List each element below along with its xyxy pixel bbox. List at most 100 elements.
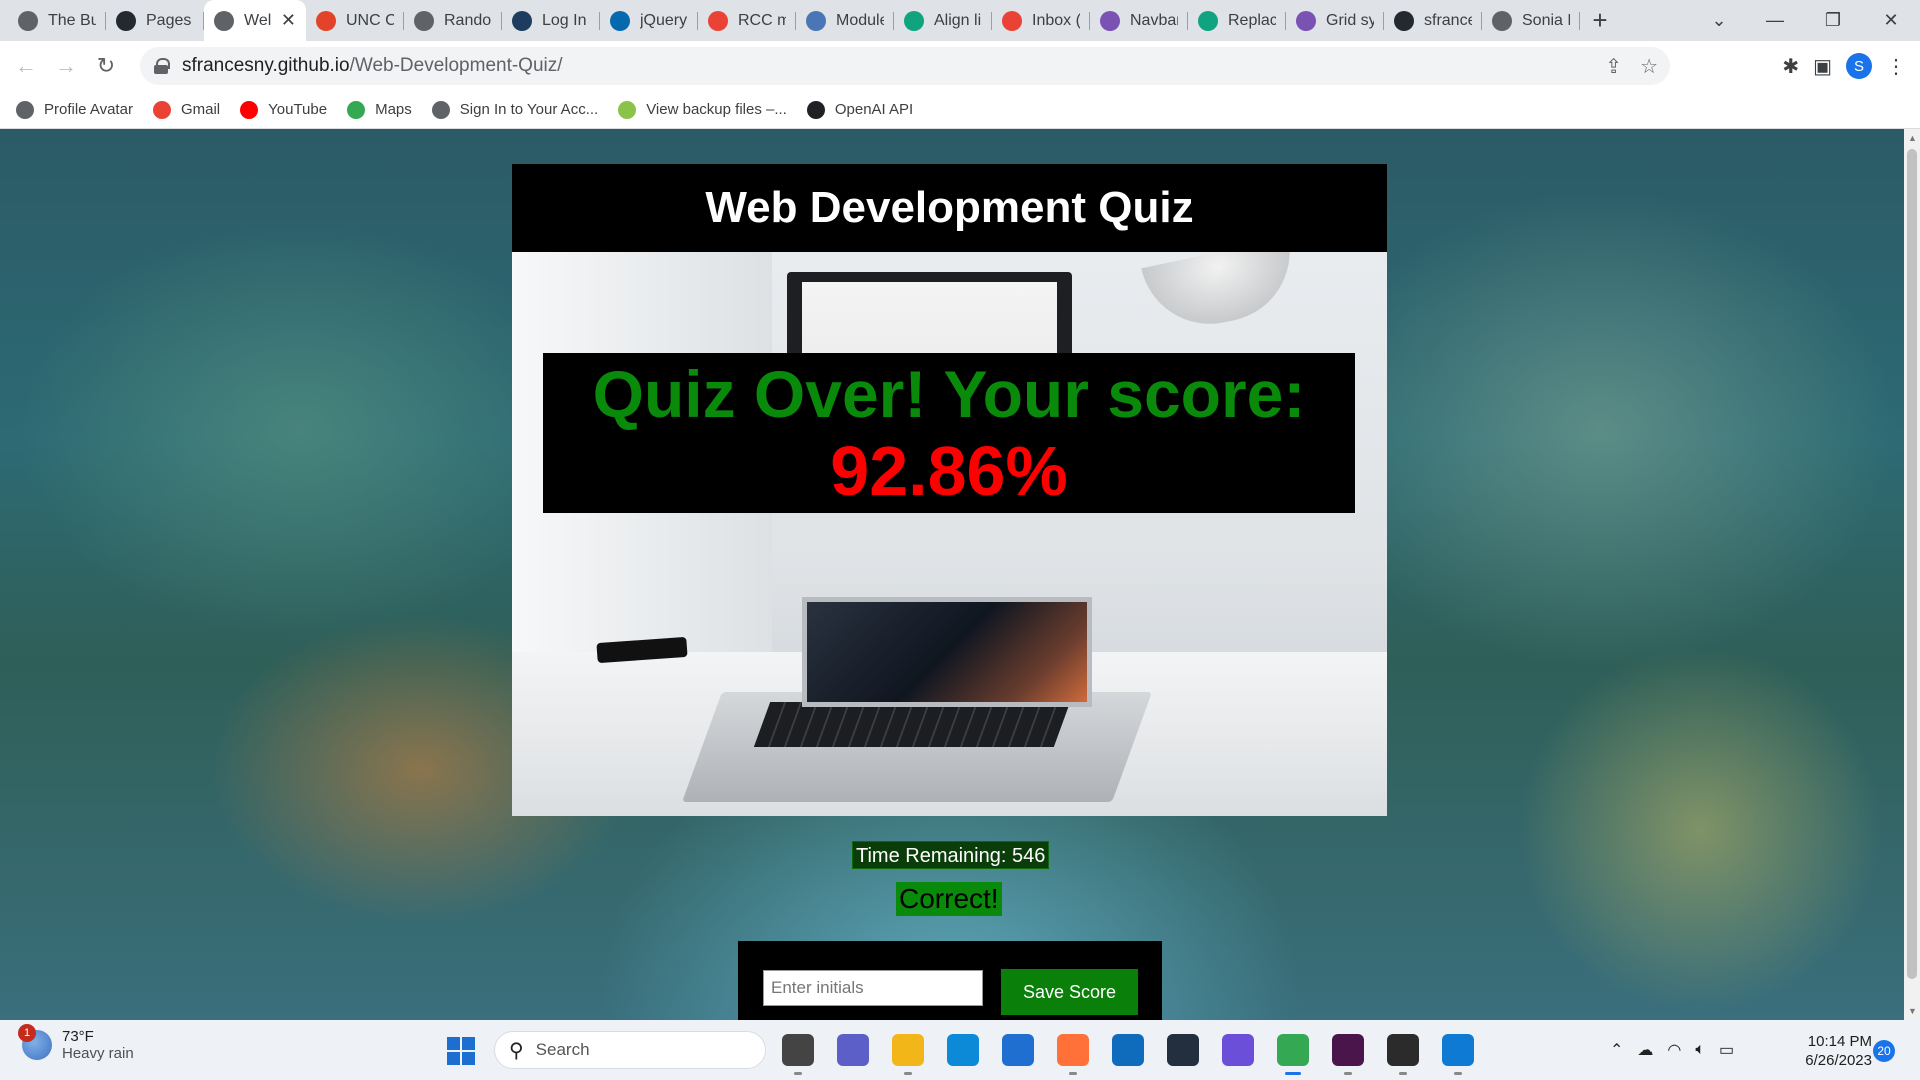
microsoft-store-icon[interactable] bbox=[1002, 1034, 1034, 1066]
tab-2[interactable]: Pages bbox=[106, 0, 204, 41]
tab-15[interactable]: sfrance bbox=[1384, 0, 1482, 41]
tab-11[interactable]: Inbox ( bbox=[992, 0, 1090, 41]
vscode-icon[interactable] bbox=[1442, 1034, 1474, 1075]
terminal-icon[interactable] bbox=[1387, 1034, 1419, 1075]
volume-icon[interactable]: 🔈︎ bbox=[1695, 1041, 1705, 1059]
tab-14[interactable]: Grid sy bbox=[1286, 0, 1384, 41]
bookmark-item[interactable]: YouTube bbox=[240, 100, 327, 119]
tab-12[interactable]: Navbar bbox=[1090, 0, 1188, 41]
scroll-up-arrow-icon[interactable]: ▲ bbox=[1908, 133, 1917, 143]
reload-icon[interactable]: ↻ bbox=[86, 46, 126, 86]
globe-icon bbox=[214, 10, 234, 31]
tab-16[interactable]: Sonia F bbox=[1482, 0, 1580, 41]
bookmark-label: Sign In to Your Acc... bbox=[459, 101, 599, 118]
tab-title: Pages bbox=[146, 11, 192, 29]
photo-laptop-screen bbox=[802, 597, 1092, 707]
side-panel-icon[interactable]: ▣ bbox=[1813, 54, 1832, 79]
tab-title: UNC Cl bbox=[346, 11, 394, 29]
profile-avatar[interactable]: S bbox=[1846, 53, 1872, 79]
onedrive-icon[interactable]: ☁ bbox=[1637, 1040, 1653, 1060]
scroll-down-arrow-icon[interactable]: ▼ bbox=[1908, 1006, 1917, 1016]
backup-icon bbox=[618, 100, 637, 119]
tab-8[interactable]: RCC my bbox=[698, 0, 796, 41]
close-tab-icon[interactable]: ✕ bbox=[281, 10, 296, 31]
close-window-button[interactable]: ✕ bbox=[1862, 0, 1920, 41]
tray-chevron-icon[interactable]: ⌃ bbox=[1610, 1040, 1623, 1060]
taskbar-search-label: Search bbox=[535, 1040, 590, 1059]
youtube-icon bbox=[240, 100, 259, 119]
tab-3[interactable]: Wel ✕ bbox=[204, 0, 306, 41]
chatgpt-icon bbox=[1198, 10, 1218, 31]
scrollbar-thumb[interactable] bbox=[1907, 149, 1917, 979]
bookmark-label: Profile Avatar bbox=[44, 101, 133, 118]
search-icon: ⚲ bbox=[509, 1039, 524, 1062]
initials-input[interactable] bbox=[763, 970, 983, 1006]
weather-widget[interactable]: 1 73°F Heavy rain bbox=[18, 1024, 134, 1062]
chatgpt-icon bbox=[904, 10, 924, 31]
bookmark-item[interactable]: Maps bbox=[347, 100, 412, 119]
tab-13[interactable]: Replace bbox=[1188, 0, 1286, 41]
browser-toolbar: ← → ↻ sfrancesny.github.io/Web-Developme… bbox=[0, 41, 1920, 91]
restore-button[interactable]: ❐ bbox=[1804, 0, 1862, 41]
tab-9[interactable]: Module bbox=[796, 0, 894, 41]
edge-icon[interactable] bbox=[947, 1034, 979, 1066]
tab-5[interactable]: Randol bbox=[404, 0, 502, 41]
tab-10[interactable]: Align li bbox=[894, 0, 992, 41]
quiz-title: Web Development Quiz bbox=[705, 183, 1194, 232]
task-view-icon[interactable] bbox=[782, 1034, 814, 1075]
bookmark-item[interactable]: OpenAI API bbox=[806, 100, 913, 119]
battery-icon[interactable]: ▭ bbox=[1719, 1040, 1734, 1060]
gmail-icon bbox=[1002, 10, 1022, 31]
bookmark-item[interactable]: Sign In to Your Acc... bbox=[431, 100, 599, 119]
back-arrow-icon[interactable]: ← bbox=[6, 46, 46, 86]
firefox-icon[interactable] bbox=[1057, 1034, 1089, 1075]
url-path: /Web-Development-Quiz/ bbox=[349, 55, 563, 76]
address-bar[interactable]: sfrancesny.github.io/Web-Development-Qui… bbox=[140, 47, 1670, 85]
tab-6[interactable]: Log In bbox=[502, 0, 600, 41]
taskbar-search[interactable]: ⚲ Search bbox=[494, 1031, 766, 1069]
quiz-over-text: Quiz Over! Your score: bbox=[592, 357, 1306, 431]
photo-lamp bbox=[1141, 252, 1303, 337]
new-tab-button[interactable]: + bbox=[1580, 0, 1620, 41]
time-remaining: Time Remaining: 546 bbox=[852, 841, 1050, 869]
file-explorer-icon[interactable] bbox=[892, 1034, 924, 1075]
menu-kebab-icon[interactable]: ⋮ bbox=[1886, 54, 1906, 79]
gitlab-icon bbox=[316, 10, 336, 31]
tab-title: Align li bbox=[934, 11, 982, 29]
extensions-icon[interactable]: ✱ bbox=[1782, 54, 1799, 79]
tab-4[interactable]: UNC Cl bbox=[306, 0, 404, 41]
weather-badge: 1 bbox=[18, 1024, 36, 1042]
wifi-icon[interactable]: ◠ bbox=[1667, 1040, 1681, 1060]
bookmark-star-icon[interactable]: ☆ bbox=[1640, 54, 1658, 79]
tab-1[interactable]: The Bu bbox=[8, 0, 106, 41]
weather-description: Heavy rain bbox=[62, 1045, 134, 1062]
page-scrollbar[interactable]: ▲ ▼ bbox=[1904, 129, 1920, 1020]
slack-icon[interactable] bbox=[1332, 1034, 1364, 1075]
chrome-icon[interactable] bbox=[1277, 1034, 1309, 1075]
tab-title: Log In bbox=[542, 11, 587, 29]
clock-time: 10:14 PM bbox=[1807, 1033, 1872, 1050]
system-tray: ⌃ ☁ ◠ 🔈︎ ▭ bbox=[1610, 1020, 1734, 1080]
score-panel: Quiz Over! Your score: 92.86% bbox=[543, 353, 1355, 513]
teams-chat-icon[interactable] bbox=[837, 1034, 869, 1066]
forward-arrow-icon[interactable]: → bbox=[46, 46, 86, 86]
tab-search-chevron-icon[interactable]: ⌄ bbox=[1690, 0, 1748, 41]
share-icon[interactable]: ⇪ bbox=[1605, 54, 1622, 79]
bookmark-item[interactable]: Gmail bbox=[152, 100, 221, 119]
document-icon bbox=[18, 10, 38, 31]
save-score-button[interactable]: Save Score bbox=[1001, 969, 1138, 1015]
bookmark-item[interactable]: Profile Avatar bbox=[16, 100, 133, 119]
notification-count[interactable]: 20 bbox=[1873, 1040, 1895, 1062]
copilot-icon[interactable] bbox=[1222, 1034, 1254, 1066]
lock-icon[interactable] bbox=[154, 58, 170, 74]
globe-icon bbox=[16, 100, 34, 119]
bookmark-label: Gmail bbox=[180, 101, 221, 118]
taskbar-clock[interactable]: 10:14 PM 6/26/2023 bbox=[1790, 1032, 1872, 1070]
tab-7[interactable]: jQuery bbox=[600, 0, 698, 41]
minimize-button[interactable]: — bbox=[1746, 0, 1804, 41]
windows-start-icon[interactable] bbox=[447, 1037, 475, 1065]
amazon-icon[interactable] bbox=[1167, 1034, 1199, 1066]
bookmark-item[interactable]: View backup files –... bbox=[618, 100, 787, 119]
tab-title: jQuery bbox=[640, 11, 688, 29]
mail-icon[interactable] bbox=[1112, 1034, 1144, 1066]
